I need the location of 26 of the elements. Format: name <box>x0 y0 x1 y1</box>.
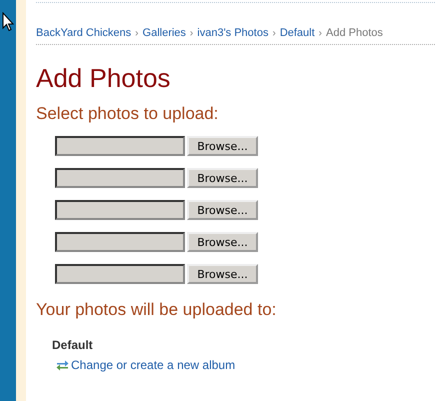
browse-button[interactable]: Browse... <box>187 200 258 220</box>
file-path-field[interactable] <box>55 232 185 252</box>
breadcrumb-separator: › <box>135 28 139 38</box>
file-path-field[interactable] <box>55 264 185 284</box>
browse-button[interactable]: Browse... <box>187 232 258 252</box>
mouse-cursor-icon <box>2 12 14 32</box>
browse-button[interactable]: Browse... <box>187 264 258 284</box>
breadcrumb-link[interactable]: Galleries <box>142 27 186 39</box>
breadcrumb-current: Add Photos <box>326 27 383 39</box>
section-heading: Select photos to upload: <box>36 104 220 124</box>
file-path-field[interactable] <box>55 136 185 156</box>
page-title: Add Photos <box>36 63 172 94</box>
breadcrumb-separator: › <box>190 28 194 38</box>
browse-button[interactable]: Browse... <box>187 168 258 188</box>
section-heading: Your photos will be uploaded to: <box>36 300 278 320</box>
file-path-field[interactable] <box>55 168 185 188</box>
breadcrumb-separator: › <box>272 28 276 38</box>
change-album-link[interactable]: Change or create a new album <box>71 358 236 372</box>
breadcrumb-link[interactable]: Default <box>280 27 315 39</box>
file-path-field[interactable] <box>55 200 185 220</box>
breadcrumb-link[interactable]: BackYard Chickens <box>36 27 132 39</box>
album-name: Default <box>52 338 94 352</box>
breadcrumb-link[interactable]: ivan3's Photos <box>197 27 268 39</box>
swap-arrows-icon <box>56 359 69 371</box>
browse-button[interactable]: Browse... <box>187 136 258 156</box>
breadcrumb-separator: › <box>318 28 322 38</box>
